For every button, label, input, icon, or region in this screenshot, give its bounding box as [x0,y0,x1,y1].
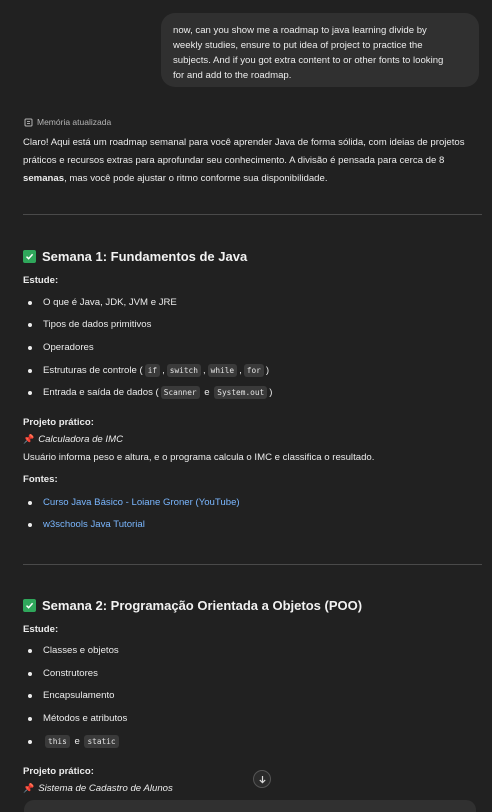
list-item: Classes e objetos [28,645,119,656]
composer-edge[interactable] [24,800,476,812]
source-link[interactable]: Curso Java Básico - Loiane Groner (YouTu… [43,497,240,508]
week2-project-name: 📌 Sistema de Cadastro de Alunos [23,783,173,794]
inline-code: switch [166,364,201,377]
check-icon [23,250,36,263]
inline-code: System.out [214,386,268,399]
list-item: Encapsulamento [28,690,114,701]
week2-study-label: Estude: [23,624,59,635]
user-message-line: now, can you show me a roadmap to java l… [173,25,427,36]
week2-project-label: Projeto prático: [23,766,94,777]
list-item: this e static [28,735,121,748]
inline-code: while [207,364,238,377]
intro-bold: semanas [23,173,65,184]
week1-heading: Semana 1: Fundamentos de Java [23,249,247,264]
memory-status-label: Memória atualizada [37,117,112,127]
user-message-line: for and add to the roadmap. [173,70,292,81]
intro-line: práticos e recursos extras para aprofund… [23,155,445,166]
week1-project-desc: Usuário informa peso e altura, e o progr… [23,452,375,463]
list-item: Estruturas de controle ( if, switch, whi… [28,364,269,377]
list-item: Construtores [28,668,98,679]
scroll-down-button[interactable] [253,770,271,788]
user-message-line: weekly studies, ensure to put idea of pr… [173,40,423,51]
inline-code: for [243,364,264,377]
week1-title: Semana 1: Fundamentos de Java [42,249,248,264]
pin-icon: 📌 [23,434,35,444]
check-icon [23,599,36,612]
arrow-down-icon [258,775,266,784]
source-link-item[interactable]: w3schools Java Tutorial [28,519,145,530]
list-item: Tipos de dados primitivos [28,319,151,330]
user-message-line: subjects. And if you got extra content t… [173,55,444,66]
inline-code: this [45,735,70,748]
user-message-bubble: now, can you show me a roadmap to java l… [161,13,479,87]
divider [23,214,482,215]
week1-sources-label: Fontes: [23,474,58,485]
intro-line: semanas, mas você pode ajustar o ritmo c… [23,170,478,188]
divider [23,564,482,565]
week2-heading: Semana 2: Programação Orientada a Objeto… [23,598,362,613]
source-link[interactable]: w3schools Java Tutorial [43,519,145,530]
inline-code: Scanner [160,386,200,399]
inline-code: if [144,364,161,377]
list-item: Métodos e atributos [28,713,127,724]
week1-study-label: Estude: [23,275,59,286]
week1-project-name: 📌 Calculadora de IMC [23,434,124,445]
memory-icon [24,118,33,126]
inline-code: static [84,735,119,748]
memory-status[interactable]: Memória atualizada [24,117,111,127]
intro-line: Claro! Aqui está um roadmap semanal para… [23,137,465,148]
list-item: Entrada e saída de dados ( Scanner e Sys… [28,386,272,399]
list-item: O que é Java, JDK, JVM e JRE [28,297,177,308]
list-item: Operadores [28,342,94,353]
week1-project-label: Projeto prático: [23,417,94,428]
week2-title: Semana 2: Programação Orientada a Objeto… [42,598,363,613]
intro-rest: , mas você pode ajustar o ritmo conforme… [64,173,328,184]
source-link-item[interactable]: Curso Java Básico - Loiane Groner (YouTu… [28,497,240,508]
assistant-intro: Claro! Aqui está um roadmap semanal para… [23,134,478,188]
pin-icon: 📌 [23,783,35,793]
